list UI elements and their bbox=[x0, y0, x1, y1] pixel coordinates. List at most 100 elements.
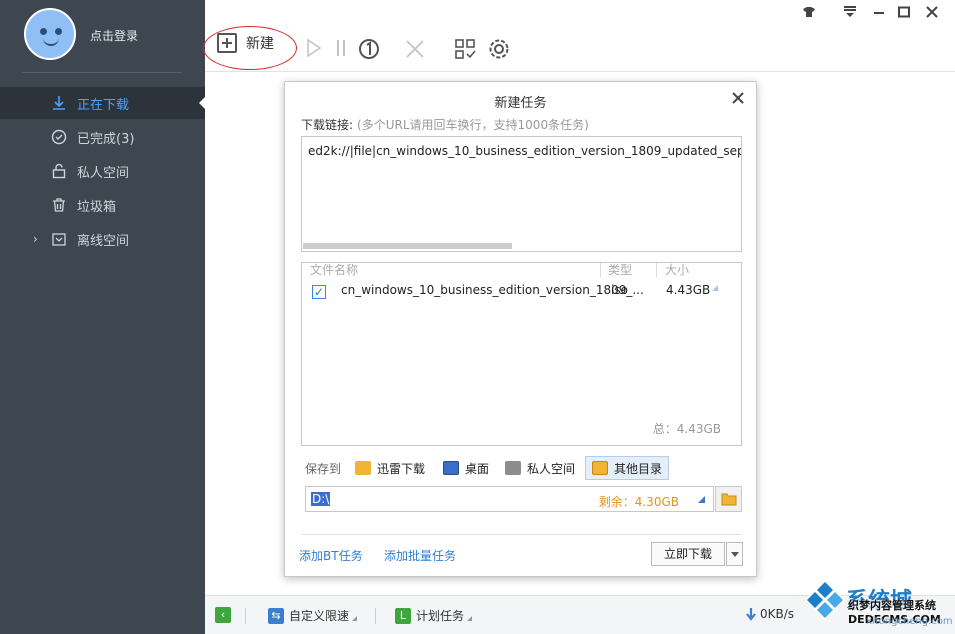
open-folder-icon bbox=[721, 493, 736, 506]
speed-limit-icon: ⇆ bbox=[268, 607, 284, 624]
chevron-right-icon[interactable]: › bbox=[33, 232, 38, 246]
column-type[interactable]: 类型 bbox=[608, 261, 632, 278]
save-option-label: 迅雷下载 bbox=[377, 461, 426, 476]
schedule-button[interactable]: L 计划任务 bbox=[395, 607, 473, 624]
close-icon[interactable] bbox=[924, 6, 940, 22]
schedule-label: 计划任务 bbox=[416, 609, 465, 623]
check-circle-icon bbox=[50, 128, 68, 146]
save-option-label: 其他目录 bbox=[614, 461, 663, 476]
delete-icon[interactable] bbox=[403, 38, 427, 62]
save-location-row: 保存到 迅雷下载 桌面 私人空间 其他目录 bbox=[305, 456, 745, 480]
new-task-label: 新建 bbox=[246, 36, 274, 52]
download-options-dropdown[interactable] bbox=[726, 542, 743, 566]
size-corner-icon bbox=[712, 285, 718, 291]
add-icon bbox=[217, 33, 237, 53]
save-option-label: 桌面 bbox=[465, 461, 490, 476]
play-icon[interactable] bbox=[301, 38, 325, 62]
menu-icon[interactable] bbox=[842, 6, 858, 22]
add-bt-task-link[interactable]: 添加BT任务 bbox=[299, 547, 363, 564]
watermark-line-1: 织梦内容管理系统 bbox=[848, 599, 936, 612]
browse-folder-button[interactable] bbox=[715, 486, 742, 512]
file-list-header: 文件名称 类型 大小 bbox=[302, 263, 741, 277]
download-link-label: 下载链接: (多个URL请用回车换行，支持1000条任务) bbox=[301, 116, 589, 133]
save-option-other-dir[interactable]: 其他目录 bbox=[585, 456, 670, 480]
sidebar-item-label: 正在下载 bbox=[77, 97, 130, 113]
login-link[interactable]: 点击登录 bbox=[90, 27, 138, 44]
download-speed: 0KB/s bbox=[745, 607, 794, 621]
file-name: cn_windows_10_business_edition_version_1… bbox=[341, 283, 644, 297]
sidebar-item-trash[interactable]: 垃圾箱 bbox=[0, 189, 205, 221]
dropdown-corner-icon bbox=[352, 616, 358, 621]
collapse-sidebar-button[interactable]: ‹ bbox=[215, 607, 236, 623]
file-row[interactable]: ✓ cn_windows_10_business_edition_version… bbox=[302, 281, 741, 301]
new-task-dialog: 新建任务 下载链接: (多个URL请用回车换行，支持1000条任务) ed2k:/… bbox=[284, 81, 757, 577]
divider bbox=[245, 608, 246, 624]
file-checkbox[interactable]: ✓ bbox=[312, 285, 326, 299]
sidebar-item-label: 垃圾箱 bbox=[77, 199, 117, 215]
dialog-close-button[interactable] bbox=[732, 88, 744, 109]
settings-icon[interactable] bbox=[487, 38, 511, 62]
sidebar-divider bbox=[22, 72, 182, 73]
sidebar-item-private-space[interactable]: 私人空间 bbox=[0, 155, 205, 187]
arrow-down-icon bbox=[746, 608, 756, 621]
sidebar-item-label: 已完成(3) bbox=[77, 131, 135, 147]
dropdown-corner-icon bbox=[467, 616, 473, 621]
watermark-logo-icon bbox=[805, 580, 845, 620]
single-task-icon[interactable] bbox=[357, 38, 381, 62]
total-size: 总：4.43GB bbox=[652, 422, 721, 436]
speed-value: 0KB/s bbox=[760, 607, 795, 621]
folder-icon bbox=[355, 461, 371, 475]
file-type: iso bbox=[611, 283, 628, 297]
add-batch-task-link[interactable]: 添加批量任务 bbox=[384, 547, 456, 564]
download-now-button[interactable]: 立即下载 bbox=[651, 542, 725, 566]
avatar[interactable] bbox=[24, 8, 76, 60]
desktop-icon bbox=[443, 461, 459, 475]
new-task-button[interactable]: 新建 bbox=[217, 33, 274, 53]
column-name[interactable]: 文件名称 bbox=[310, 261, 358, 278]
file-list: 文件名称 类型 大小 ✓ cn_windows_10_business_edit… bbox=[301, 262, 742, 446]
maximize-icon[interactable] bbox=[896, 6, 912, 22]
save-option-desktop[interactable]: 桌面 bbox=[443, 456, 489, 480]
close-icon bbox=[732, 92, 744, 104]
download-icon bbox=[50, 94, 68, 112]
lock-icon bbox=[50, 162, 68, 180]
save-path-input[interactable]: D:\ 剩余：4.30GB bbox=[305, 486, 714, 512]
dialog-title: 新建任务 bbox=[494, 96, 547, 111]
offline-folder-icon bbox=[50, 230, 68, 248]
save-option-private-space[interactable]: 私人空间 bbox=[505, 456, 575, 480]
folder-icon bbox=[592, 461, 608, 475]
file-size: 4.43GB bbox=[666, 283, 711, 297]
sidebar-item-label: 离线空间 bbox=[77, 233, 130, 249]
divider bbox=[375, 608, 376, 624]
save-to-label: 保存到 bbox=[305, 461, 342, 476]
dialog-divider bbox=[301, 534, 742, 535]
link-hint: (多个URL请用回车换行，支持1000条任务) bbox=[357, 118, 589, 132]
sidebar-item-downloading[interactable]: 正在下载 bbox=[0, 87, 205, 119]
pause-icon[interactable] bbox=[329, 38, 353, 62]
private-space-icon bbox=[505, 461, 521, 475]
watermark-url: xitongcheng.com bbox=[866, 616, 953, 627]
speed-limit-label: 自定义限速 bbox=[289, 609, 350, 623]
url-text: ed2k://|file|cn_windows_10_business_edit… bbox=[308, 144, 742, 158]
path-history-dropdown-icon[interactable] bbox=[698, 496, 705, 503]
free-space: 剩余：4.30GB bbox=[598, 495, 679, 509]
speed-limit-button[interactable]: ⇆ 自定义限速 bbox=[268, 607, 358, 624]
toolbar: 新建 bbox=[203, 0, 955, 72]
column-size[interactable]: 大小 bbox=[665, 261, 689, 278]
save-path-value: D:\ bbox=[311, 492, 331, 506]
minimize-icon[interactable] bbox=[871, 6, 887, 22]
batch-manage-icon[interactable] bbox=[453, 38, 477, 62]
sidebar: 点击登录 正在下载 已完成(3) 私人空间 垃圾箱 › 离线空间 bbox=[0, 0, 205, 634]
schedule-icon: L bbox=[395, 607, 411, 624]
sidebar-item-offline-space[interactable]: › 离线空间 bbox=[0, 223, 205, 255]
url-input[interactable]: ed2k://|file|cn_windows_10_business_edit… bbox=[301, 136, 742, 252]
save-option-label: 私人空间 bbox=[527, 461, 576, 476]
trash-icon bbox=[50, 196, 68, 214]
sidebar-item-label: 私人空间 bbox=[77, 165, 130, 181]
link-label-text: 下载链接: bbox=[301, 118, 354, 132]
skin-icon[interactable] bbox=[801, 6, 817, 22]
sidebar-item-completed[interactable]: 已完成(3) bbox=[0, 121, 205, 153]
horizontal-scrollbar[interactable] bbox=[303, 243, 512, 249]
chevron-left-icon: ‹ bbox=[215, 607, 231, 623]
save-option-xunlei[interactable]: 迅雷下载 bbox=[355, 456, 425, 480]
